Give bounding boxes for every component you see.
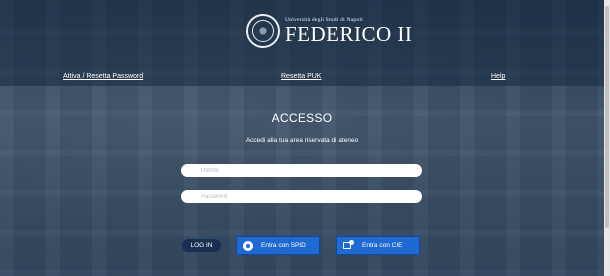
vertical-scrollbar[interactable] (604, 0, 610, 276)
header-bar: Università degli Studi di Napoli FEDERIC… (0, 0, 604, 86)
page-subtitle: Accedi alla tua area riservata di ateneo (245, 137, 359, 144)
university-logo[interactable]: Università degli Studi di Napoli FEDERIC… (246, 14, 412, 48)
spid-user-icon (243, 240, 253, 251)
university-seal-icon (246, 14, 280, 48)
login-button-label: LOG IN (190, 242, 213, 249)
activate-reset-password-link[interactable]: Attiva / Resetta Password (63, 73, 143, 80)
logo-title: FEDERICO II (285, 22, 413, 46)
scrollbar-thumb[interactable] (605, 6, 609, 228)
password-input[interactable] (181, 190, 422, 203)
cie-card-icon (343, 240, 354, 251)
cie-login-button[interactable]: Entra con CIE (336, 236, 420, 255)
spid-login-button[interactable]: Entra con SPID (236, 236, 320, 255)
page-title: ACCESSO (271, 111, 333, 125)
username-input[interactable] (181, 164, 422, 177)
reset-puk-link[interactable]: Resetta PUK (281, 73, 321, 80)
spid-button-label: Entra con SPID (261, 242, 306, 249)
cie-button-label: Entra con CIE (362, 242, 403, 249)
help-link[interactable]: Help (491, 73, 505, 80)
login-button[interactable]: LOG IN (181, 238, 222, 253)
